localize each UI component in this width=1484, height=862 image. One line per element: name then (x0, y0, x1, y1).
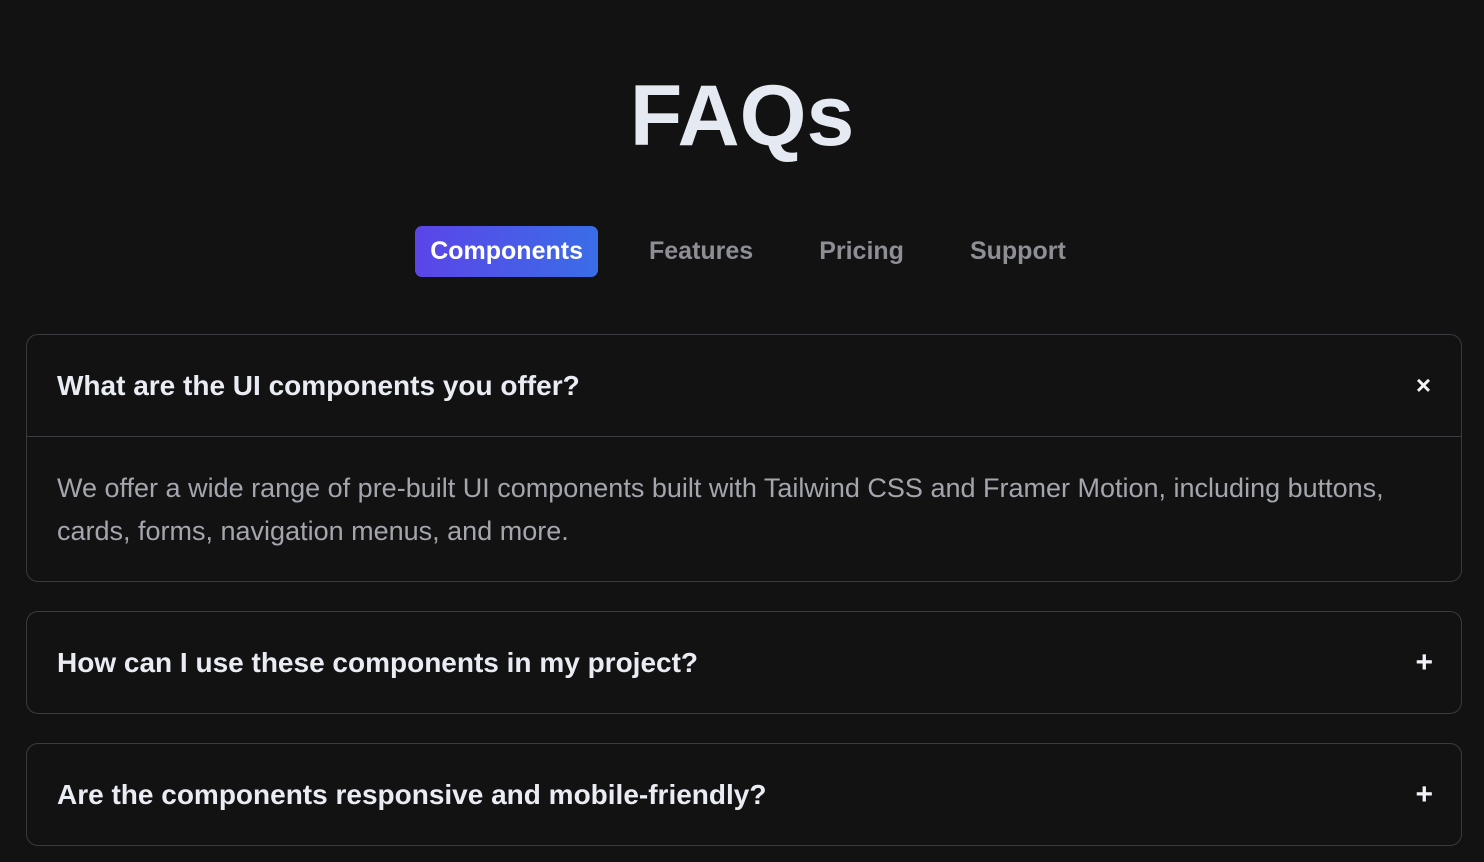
faq-page: FAQs Components Features Pricing Support… (0, 0, 1484, 862)
faq-question: How can I use these components in my pro… (57, 647, 699, 678)
tab-support[interactable]: Support (955, 226, 1081, 277)
faq-answer: We offer a wide range of pre-built UI co… (27, 436, 1461, 581)
faq-item-collapsed: Are the components responsive and mobile… (26, 743, 1462, 846)
close-icon[interactable]: × (1416, 335, 1431, 436)
tab-pricing[interactable]: Pricing (804, 226, 919, 277)
page-title: FAQs (629, 68, 855, 164)
faq-tabs: Components Features Pricing Support (0, 226, 1484, 277)
faq-item-collapsed: How can I use these components in my pro… (26, 611, 1462, 714)
faq-question: What are the UI components you offer? (57, 370, 580, 401)
faq-item-header[interactable]: What are the UI components you offer? × (27, 335, 1461, 436)
faq-item-expanded: What are the UI components you offer? × … (26, 334, 1462, 582)
faq-question: Are the components responsive and mobile… (57, 779, 767, 810)
plus-icon[interactable]: + (1415, 744, 1433, 845)
faq-item-header[interactable]: How can I use these components in my pro… (27, 612, 1461, 713)
tab-components[interactable]: Components (415, 226, 598, 277)
faq-item-header[interactable]: Are the components responsive and mobile… (27, 744, 1461, 845)
tab-features[interactable]: Features (634, 226, 768, 277)
plus-icon[interactable]: + (1415, 612, 1433, 713)
